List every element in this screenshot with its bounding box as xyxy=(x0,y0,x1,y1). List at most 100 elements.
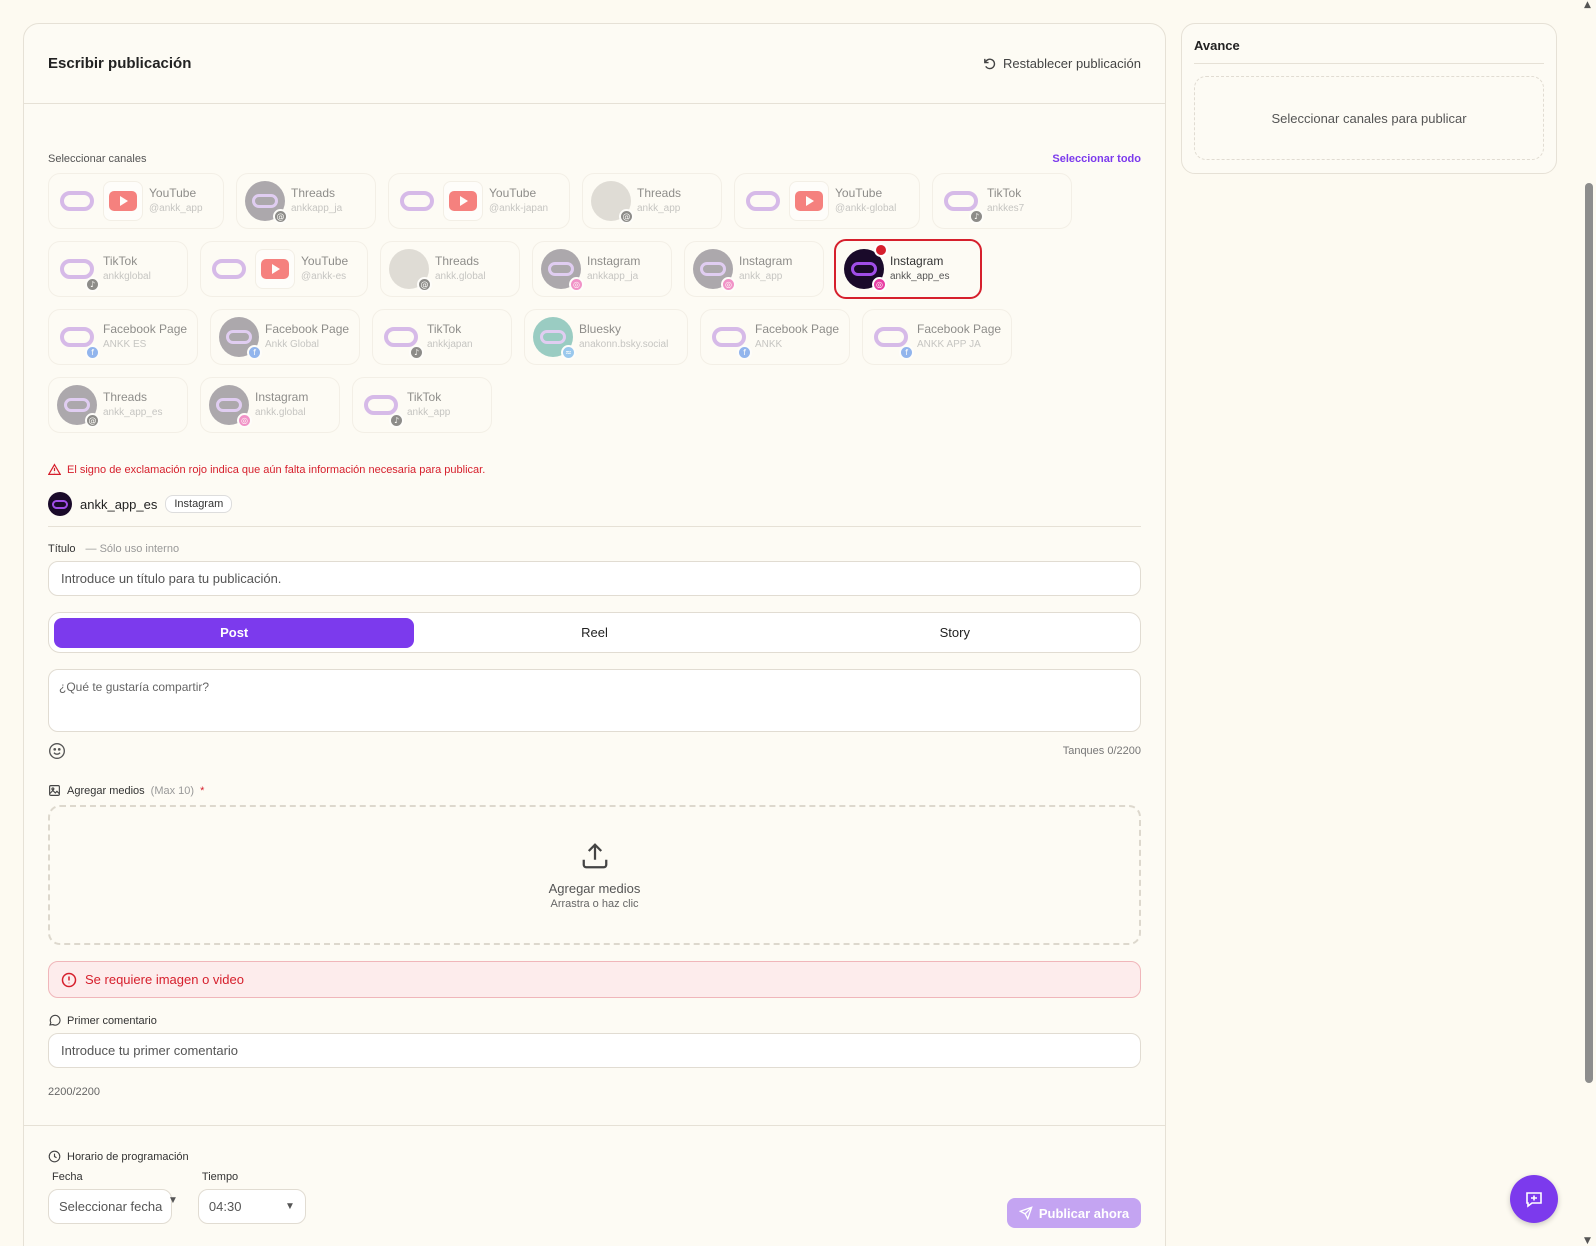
channel-platform: Facebook Page xyxy=(265,322,350,336)
chevron-down-icon[interactable]: ▼ xyxy=(168,1171,178,1224)
first-comment-input[interactable]: Introduce tu primer comentario xyxy=(48,1033,1141,1068)
dropzone-title: Agregar medios xyxy=(548,880,641,896)
chat-plus-icon xyxy=(1526,1192,1542,1208)
emoji-icon[interactable] xyxy=(48,742,66,760)
avatar xyxy=(48,492,72,516)
channel-platform: Threads xyxy=(637,186,682,200)
tab-reel[interactable]: Reel xyxy=(414,618,774,648)
channel-handle: ankk_app xyxy=(637,203,681,214)
channel-chip[interactable]: f Facebook Page ANKK xyxy=(700,309,850,365)
avatar: ◎ xyxy=(541,249,584,292)
chevron-down-icon: ▼ xyxy=(285,1201,295,1212)
ankk-logo: f xyxy=(871,317,914,360)
reset-icon xyxy=(984,58,996,70)
channel-handle: ankkapp_ja xyxy=(291,203,343,214)
dropzone-subtitle: Arrastra o haz clic xyxy=(550,897,639,910)
title-label: Título xyxy=(48,543,76,555)
card-header: Escribir publicación Restablecer publica… xyxy=(24,24,1165,104)
bluesky-icon: ≈ xyxy=(561,345,576,360)
channel-chip[interactable]: @ Threads ankk_app_es xyxy=(48,377,188,433)
facebook-icon: f xyxy=(737,345,752,360)
channel-handle: ankk_app_es xyxy=(890,271,950,282)
facebook-icon: f xyxy=(85,345,100,360)
channel-chip[interactable]: YouTube @ankk_app xyxy=(48,173,224,229)
channel-chip[interactable]: f Facebook Page ANKK APP JA xyxy=(862,309,1012,365)
facebook-icon: f xyxy=(899,345,914,360)
channel-chip[interactable]: ♪ TikTok ankkglobal xyxy=(48,241,188,297)
channel-chip[interactable]: ♪ TikTok ankkes7 xyxy=(932,173,1072,229)
channel-chip[interactable]: ◎ Instagram ankk_app xyxy=(684,241,824,297)
channel-handle: ankkes7 xyxy=(987,203,1025,214)
scrollbar-thumb[interactable] xyxy=(1585,183,1593,1083)
channel-platform: YouTube xyxy=(835,186,883,200)
missing-info-warning: El signo de exclamación rojo indica que … xyxy=(48,463,1141,476)
threads-icon: @ xyxy=(619,209,634,224)
channel-chip[interactable]: f Facebook Page ANKK ES xyxy=(48,309,198,365)
time-label: Tiempo xyxy=(201,1171,239,1183)
tab-post[interactable]: Post xyxy=(54,617,415,648)
alert-circle-icon xyxy=(61,972,77,987)
channel-platform: Threads xyxy=(291,186,336,200)
ankk-logo: ♪ xyxy=(941,181,984,224)
channel-platform: Instagram xyxy=(890,254,944,268)
publish-now-button[interactable]: Publicar ahora xyxy=(1007,1198,1141,1228)
ankk-logo: ♪ xyxy=(361,385,404,428)
channel-chip[interactable]: @ Threads ankkapp_ja xyxy=(236,173,376,229)
date-select[interactable]: Seleccionar fecha xyxy=(48,1189,172,1224)
threads-icon: @ xyxy=(417,277,432,292)
ankk-logo xyxy=(397,181,437,221)
scroll-down-icon[interactable]: ▼ xyxy=(1584,1236,1591,1246)
channel-chip[interactable]: ≈ Bluesky anakonn.bsky.social xyxy=(524,309,688,365)
selected-account: ankk_app_es Instagram xyxy=(48,492,1141,527)
channel-platform: TikTok xyxy=(987,186,1022,200)
channel-platform: YouTube xyxy=(301,254,349,268)
channel-chip[interactable]: YouTube @ankk-es xyxy=(200,241,368,297)
tiktok-icon: ♪ xyxy=(409,345,424,360)
feedback-button[interactable] xyxy=(1510,1175,1558,1223)
time-value: 04:30 xyxy=(208,1199,242,1214)
first-comment-counter: 2200/2200 xyxy=(48,1086,100,1098)
channel-chip[interactable]: f Facebook Page Ankk Global xyxy=(210,309,360,365)
scroll-up-icon[interactable]: ▲ xyxy=(1584,0,1591,10)
instagram-icon: ◎ xyxy=(569,277,584,292)
tiktok-icon: ♪ xyxy=(389,413,404,428)
reset-post-button[interactable]: Restablecer publicación xyxy=(982,56,1141,71)
channel-chip[interactable]: @ Threads ankk_app xyxy=(582,173,722,229)
avatar: ◎ xyxy=(844,243,888,292)
youtube-icon xyxy=(103,181,143,221)
page-title: Escribir publicación xyxy=(48,55,192,72)
media-dropzone[interactable]: Agregar medios Arrastra o haz clic xyxy=(48,805,1141,945)
schedule-label: Horario de programación xyxy=(67,1150,189,1163)
channel-platform: Bluesky xyxy=(579,322,622,336)
channel-chip[interactable]: ♪ TikTok ankkjapan xyxy=(372,309,512,365)
channel-platform: TikTok xyxy=(103,254,138,268)
youtube-icon xyxy=(443,181,483,221)
channel-chip[interactable]: YouTube @ankk-global xyxy=(734,173,920,229)
channel-platform: Facebook Page xyxy=(755,322,840,336)
channel-handle: ankk.global xyxy=(435,271,486,282)
title-input[interactable]: Introduce un título para tu publicación. xyxy=(48,561,1141,596)
select-all-link[interactable]: Seleccionar todo xyxy=(1052,153,1141,165)
channel-chip[interactable]: ◎ Instagram ankkapp_ja xyxy=(532,241,672,297)
preview-empty-state: Seleccionar canales para publicar xyxy=(1194,76,1544,160)
channel-chip[interactable]: ◎ Instagram ankk.global xyxy=(200,377,340,433)
ankk-logo xyxy=(57,181,97,221)
channel-chip-selected[interactable]: ◎ Instagram ankk_app_es xyxy=(834,239,982,299)
channel-chip[interactable]: YouTube @ankk-japan xyxy=(388,173,570,229)
account-name: ankk_app_es xyxy=(80,496,158,512)
compose-card: Escribir publicación Restablecer publica… xyxy=(23,23,1166,1246)
tab-story[interactable]: Story xyxy=(775,618,1135,648)
post-content-input[interactable]: ¿Qué te gustaría compartir? xyxy=(48,669,1141,732)
channel-platform: TikTok xyxy=(427,322,462,336)
required-mark: * xyxy=(200,784,205,797)
avatar: ≈ xyxy=(533,317,576,360)
channel-chip[interactable]: @ Threads ankk.global xyxy=(380,241,520,297)
channel-platform: Instagram xyxy=(255,390,309,404)
youtube-icon xyxy=(255,249,295,289)
channel-platform: TikTok xyxy=(407,390,442,404)
channel-chip[interactable]: ♪ TikTok ankk_app xyxy=(352,377,492,433)
channel-handle: ankk_app xyxy=(739,271,783,282)
warning-text: El signo de exclamación rojo indica que … xyxy=(67,463,486,476)
page-scrollbar[interactable]: ▲ ▼ xyxy=(1581,0,1596,1246)
time-select[interactable]: 04:30 ▼ xyxy=(197,1189,306,1224)
